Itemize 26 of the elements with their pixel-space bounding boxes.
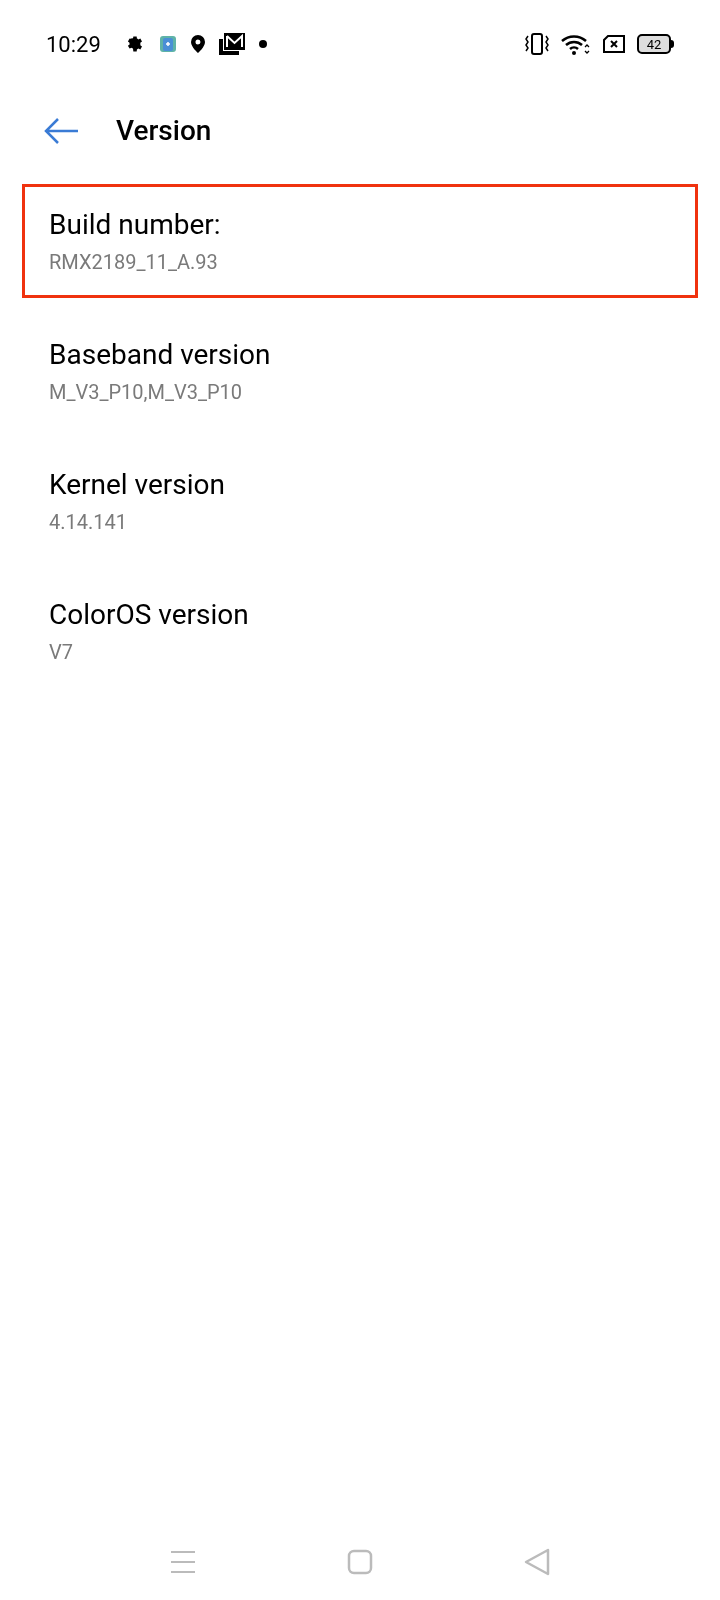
- status-time: 10:29: [46, 30, 101, 59]
- item-title: Baseband version: [49, 337, 272, 372]
- back-nav-button[interactable]: [524, 1548, 550, 1576]
- mail-icon: [218, 33, 245, 55]
- version-item[interactable]: Baseband version M_V3_P10,M_V3_P10: [22, 314, 698, 428]
- notification-dot-icon: [258, 40, 267, 48]
- home-button[interactable]: [347, 1549, 373, 1575]
- page-title: Version: [116, 113, 212, 149]
- item-value: 4.14.141: [49, 510, 128, 535]
- version-item[interactable]: ColorOS version V7: [22, 574, 698, 688]
- wifi-icon: [561, 33, 591, 55]
- menu-button[interactable]: [170, 1550, 196, 1574]
- item-value: RMX2189_11_A.93: [49, 250, 219, 275]
- vibrate-icon: [525, 33, 549, 55]
- item-title: Kernel version: [49, 467, 227, 502]
- item-value: V7: [49, 640, 74, 665]
- item-title: ColorOS version: [49, 597, 250, 632]
- back-button[interactable]: [44, 117, 80, 145]
- location-icon: [190, 35, 205, 53]
- app-icon: [158, 34, 177, 54]
- item-title: Build number:: [49, 207, 222, 242]
- no-sim-icon: [603, 35, 625, 53]
- version-item[interactable]: Kernel version 4.14.141: [22, 444, 698, 558]
- version-item[interactable]: Build number: RMX2189_11_A.93: [22, 184, 698, 298]
- battery-icon: 42: [637, 34, 674, 54]
- item-value: M_V3_P10,M_V3_P10: [49, 380, 244, 405]
